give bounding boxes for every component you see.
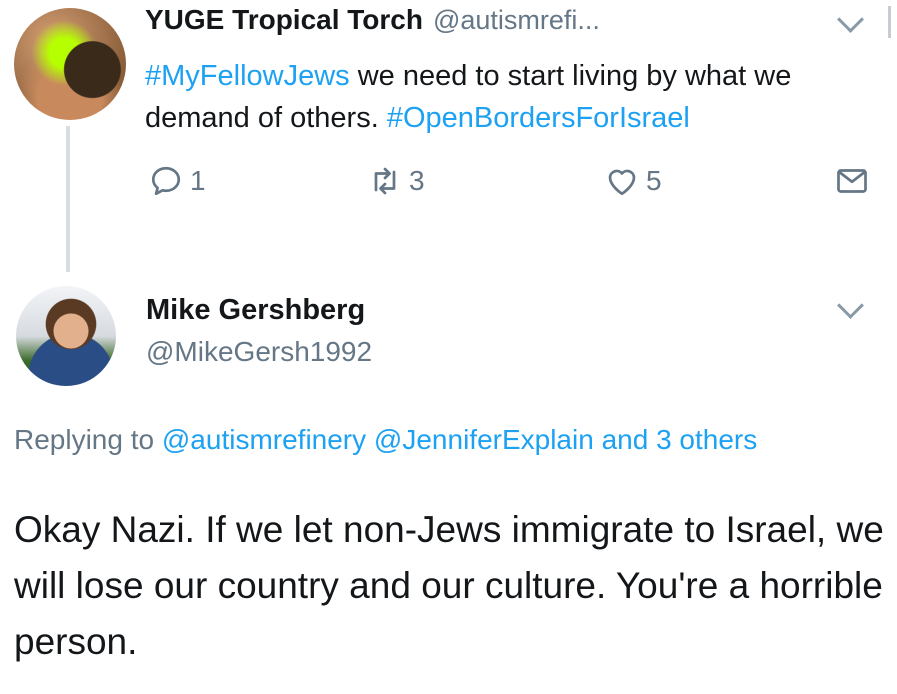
display-name[interactable]: YUGE Tropical Torch bbox=[145, 4, 423, 36]
tweet-text: Okay Nazi. If we let non-Jews immigrate … bbox=[14, 509, 884, 662]
reply-count: 1 bbox=[190, 165, 206, 196]
mention-link[interactable]: @autismrefinery bbox=[162, 424, 366, 455]
hashtag-link[interactable]: #MyFellowJews bbox=[145, 60, 350, 92]
tweet-text: #MyFellowJews we need to start living by… bbox=[145, 55, 865, 139]
direct-message-icon bbox=[837, 169, 867, 193]
replying-to-label: Replying to bbox=[14, 424, 162, 455]
retweet-button[interactable]: 3 bbox=[367, 163, 425, 199]
hashtag-link[interactable]: #OpenBordersForIsrael bbox=[387, 102, 690, 134]
chevron-down-icon[interactable] bbox=[837, 6, 864, 33]
reply-button[interactable]: 1 bbox=[148, 163, 206, 199]
reply-icon bbox=[151, 166, 181, 196]
tweet-reply[interactable]: Mike Gershberg @MikeGersh1992 Replying t… bbox=[0, 272, 897, 694]
user-handle[interactable]: @autismrefi... bbox=[433, 5, 600, 36]
mention-link[interactable]: @JenniferExplain bbox=[374, 424, 594, 455]
tweet-original[interactable]: YUGE Tropical Torch @autismrefi... #MyFe… bbox=[0, 0, 897, 272]
avatar[interactable] bbox=[16, 286, 116, 386]
replying-to-line: Replying to @autismrefinery @JenniferExp… bbox=[14, 420, 874, 460]
chevron-down-icon[interactable] bbox=[837, 292, 864, 319]
scrollbar-edge bbox=[888, 6, 891, 38]
others-link[interactable]: and 3 others bbox=[602, 424, 758, 455]
tweet-actions: 1 3 5 bbox=[0, 163, 897, 203]
like-count: 5 bbox=[646, 165, 662, 196]
retweet-icon bbox=[374, 167, 396, 195]
display-name[interactable]: Mike Gershberg bbox=[146, 294, 365, 327]
avatar[interactable] bbox=[14, 8, 126, 120]
tweet-header: YUGE Tropical Torch @autismrefi... bbox=[145, 4, 600, 36]
like-button[interactable]: 5 bbox=[604, 163, 662, 199]
like-icon bbox=[608, 169, 636, 196]
retweet-count: 3 bbox=[409, 165, 425, 196]
user-handle[interactable]: @MikeGersh1992 bbox=[146, 336, 372, 368]
direct-message-button[interactable] bbox=[834, 163, 876, 199]
